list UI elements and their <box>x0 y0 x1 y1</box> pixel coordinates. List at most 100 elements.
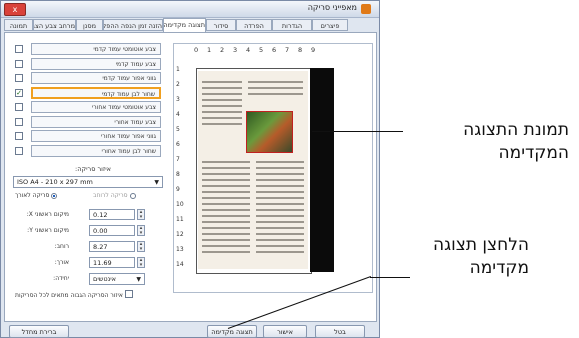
image-checkbox[interactable] <box>15 146 23 155</box>
text-line <box>202 87 242 89</box>
callout-text: מקדימה <box>469 258 529 278</box>
auto-area-label: איזור הסריקה הגבוה מתאים לכל הסריקות <box>15 292 123 299</box>
text-line <box>202 161 250 163</box>
image-label: גווני אפור עמוד אחורי <box>31 130 161 142</box>
list-item[interactable]: ✓ שחור לבן עמוד קדמי <box>13 86 163 100</box>
image-label: גווני אפור עמוד קדמי <box>31 72 161 84</box>
image-label: צבע עמוד קדמי <box>31 57 161 70</box>
scan-properties-window: x מאפייני סריקה תמונה מרחב צבע הצבע מסנן… <box>0 0 380 338</box>
ruler-tick-label: 7 <box>285 46 290 54</box>
scanned-page-thumbnail <box>198 71 308 269</box>
radio-portrait-label: סריקה לאורך <box>15 192 50 199</box>
image-checkbox[interactable] <box>15 103 23 111</box>
length-input[interactable]: 11.69 <box>89 257 135 268</box>
list-item[interactable]: צבע עמוד אחורי <box>13 115 163 129</box>
ruler-tick-label: 12 <box>176 231 184 238</box>
tab-features[interactable]: פיצרים <box>312 19 348 31</box>
text-line <box>202 221 250 223</box>
ruler-tick-label: 5 <box>259 46 264 54</box>
checkbox[interactable] <box>124 290 133 298</box>
list-item[interactable]: שחור לבן עמוד אחורי <box>13 144 163 158</box>
ruler-tick-label: 10 <box>176 201 184 208</box>
callout-leader-line <box>370 277 410 278</box>
tab-color-space[interactable]: מרחב צבע הצבע <box>33 19 76 31</box>
window-title: מאפייני סריקה <box>307 3 357 12</box>
text-line <box>256 203 304 205</box>
offset-x-input[interactable]: 0.12 <box>89 209 135 220</box>
tab-feed[interactable]: הזנה זמן הנפה ההפלה <box>103 19 163 31</box>
text-line <box>202 117 242 119</box>
paper-size-select[interactable]: ISO A4 - 210 x 297 mm ▼ <box>13 176 163 188</box>
image-checkbox[interactable] <box>15 132 23 140</box>
tab-settings[interactable]: הגדרות <box>272 19 312 31</box>
image-checkbox[interactable] <box>15 74 23 82</box>
tab-preview[interactable]: תצוגה מקדימה <box>163 18 206 32</box>
list-item[interactable]: גווני אפור עמוד אחורי <box>13 130 163 143</box>
image-list: צבע אוטומטי עמוד קדמי צבע עמוד קדמי גוונ… <box>13 43 163 159</box>
ok-button[interactable]: אישור <box>263 325 307 338</box>
width-input[interactable]: 8.27 <box>89 241 135 252</box>
tab-image[interactable]: תמונה <box>4 19 33 31</box>
length-spinner[interactable]: ▴ ▾ <box>137 257 145 268</box>
tab-arrange[interactable]: סידור <box>206 19 236 31</box>
offset-y-input[interactable]: 0.00 <box>89 225 135 236</box>
preview-panel: צבע אוטומטי עמוד קדמי צבע עמוד קדמי גוונ… <box>4 32 377 322</box>
image-label: צבע עמוד אחורי <box>31 115 161 128</box>
text-line <box>202 167 250 169</box>
ruler-tick-label: 4 <box>176 111 180 118</box>
field-label: רוחב: <box>54 243 69 250</box>
text-line <box>256 173 304 175</box>
image-checkbox[interactable]: ✓ <box>15 88 23 97</box>
tab-filter[interactable]: מסנן <box>76 19 103 31</box>
tab-separation[interactable]: הפרדה <box>236 19 272 31</box>
list-item[interactable]: גווני אפור עמוד קדמי <box>13 72 163 85</box>
radio-landscape-label: סריקה לרוחב <box>93 192 128 199</box>
defaults-button[interactable]: ברירת מחדל <box>9 325 69 338</box>
offset-y-spinner[interactable]: ▴ ▾ <box>137 225 145 236</box>
radio-landscape[interactable]: סריקה לרוחב <box>93 192 136 199</box>
text-line <box>202 251 250 253</box>
text-line <box>256 161 304 163</box>
list-item[interactable]: צבע אוטומטי עמוד אחורי <box>13 101 163 114</box>
ruler-tick-label: 6 <box>272 46 277 54</box>
image-checkbox[interactable] <box>15 117 23 126</box>
callout-preview-image: תמונת התצוגה המקדימה <box>463 119 569 165</box>
text-line <box>256 245 304 247</box>
cancel-button[interactable]: בטל <box>315 325 365 338</box>
text-line <box>202 173 250 175</box>
text-line <box>202 99 242 101</box>
preview-image-area[interactable]: 0 1 2 3 4 5 6 7 8 9 1 2 3 4 5 6 7 8 9 10… <box>173 43 373 293</box>
offset-x-spinner[interactable]: ▴ ▾ <box>137 209 145 220</box>
callout-text: הלחצן תצוגה <box>433 235 529 255</box>
field-label: מיקום ראשוני Y: <box>27 227 69 234</box>
scan-area-label: איזור סריקה: <box>75 165 111 173</box>
ruler-tick-label: 2 <box>176 81 180 88</box>
radio-dot <box>129 192 136 199</box>
units-select[interactable]: אינטשים ▼ <box>89 273 145 285</box>
list-item[interactable]: צבע אוטומטי עמוד קדמי <box>13 43 163 56</box>
field-label: מיקום ראשוני X: <box>26 211 69 218</box>
text-line <box>202 197 250 199</box>
text-line <box>256 239 304 241</box>
scan-background <box>310 68 334 272</box>
ruler-tick-label: 2 <box>220 46 225 54</box>
close-button[interactable]: x <box>4 3 26 16</box>
radio-portrait[interactable]: סריקה לאורך <box>15 192 58 199</box>
image-checkbox[interactable] <box>15 45 23 53</box>
ruler-tick-label: 8 <box>176 171 180 178</box>
page-photo <box>246 111 293 153</box>
image-label: צבע אוטומטי עמוד קדמי <box>31 43 161 55</box>
list-item[interactable]: צבע עמוד קדמי <box>13 57 163 71</box>
text-line <box>256 251 304 253</box>
auto-area-checkbox[interactable]: איזור הסריקה הגבוה מתאים לכל הסריקות <box>15 289 133 299</box>
text-line <box>256 179 304 181</box>
text-line <box>202 179 250 181</box>
text-line <box>256 191 304 193</box>
text-line <box>202 245 250 247</box>
text-line <box>256 215 304 217</box>
image-checkbox[interactable] <box>15 59 23 68</box>
width-spinner[interactable]: ▴ ▾ <box>137 241 145 252</box>
text-line <box>256 167 304 169</box>
ruler-tick-label: 14 <box>176 261 184 268</box>
text-line <box>256 185 304 187</box>
